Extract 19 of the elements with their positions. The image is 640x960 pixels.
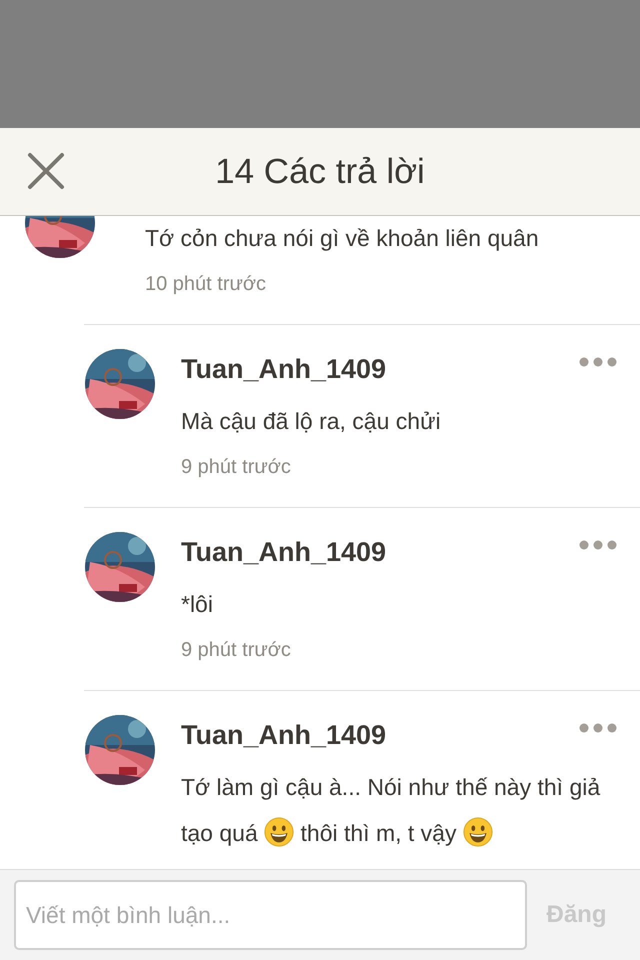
close-icon bbox=[26, 151, 66, 191]
close-button[interactable] bbox=[26, 151, 66, 191]
more-options-icon[interactable] bbox=[579, 357, 617, 367]
grinning-face-icon bbox=[264, 817, 294, 847]
more-options-icon[interactable] bbox=[579, 540, 617, 550]
grinning-face-icon bbox=[462, 817, 493, 847]
author-name[interactable]: Tuan_Anh_1409 bbox=[181, 532, 610, 572]
comment-text: Tớ làm gì cậu à... Nói như thế này thì giả tạo quá thôi thì m, t vậy bbox=[181, 773, 602, 849]
comment-time: 9 phút trước bbox=[181, 455, 292, 480]
author-name[interactable]: Tuan_Anh_1409 bbox=[181, 715, 610, 755]
comment-text: Mà cậu đã lộ ra, cậu chửi bbox=[181, 407, 442, 436]
comment-time: 9 phút trước bbox=[181, 638, 292, 663]
header-title: 14 Các trả lời bbox=[215, 152, 425, 192]
author-name[interactable]: Tuan_Anh_1409 bbox=[181, 349, 610, 389]
comment-time: 10 phút trước bbox=[145, 272, 268, 297]
comment-text: Tớ cỏn chưa nói gì về khoản liên quân bbox=[145, 224, 539, 253]
comment-text: *lôi bbox=[181, 590, 214, 619]
more-options-icon[interactable] bbox=[579, 723, 617, 733]
comment-input-field[interactable]: Viết một bình luận... bbox=[14, 880, 527, 950]
